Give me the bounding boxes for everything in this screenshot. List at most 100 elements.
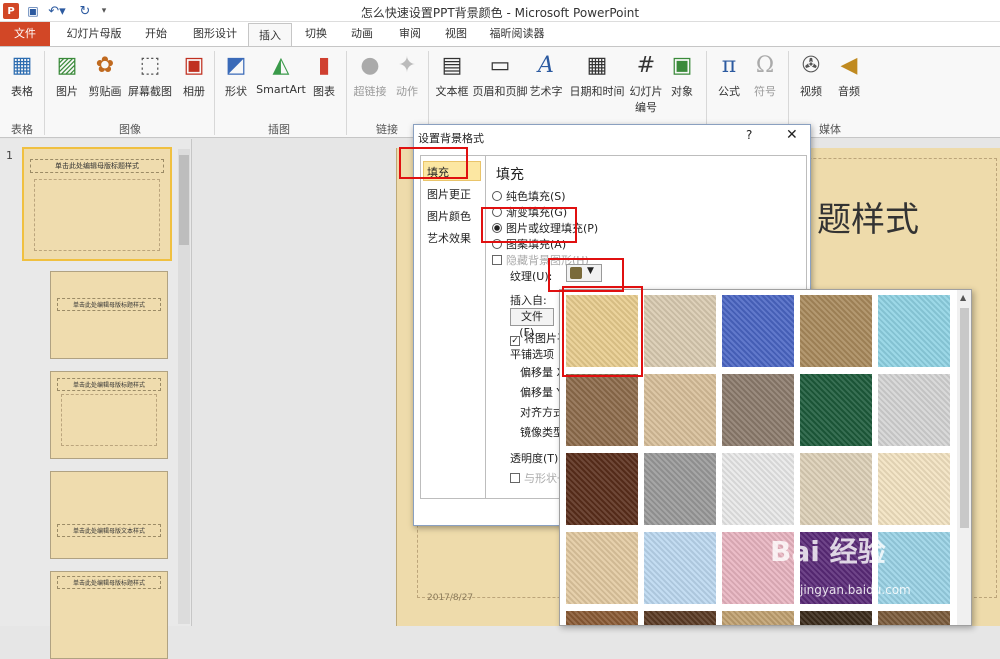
scroll-up-icon[interactable]: ▲ xyxy=(960,293,966,302)
texture-tile[interactable] xyxy=(722,374,794,446)
baidu-watermark: Bai 经验 xyxy=(770,535,886,568)
calendar-icon: ▦ xyxy=(586,53,608,78)
texture-tile[interactable] xyxy=(644,453,716,525)
wordart-button[interactable]: A 艺术字 xyxy=(528,51,564,99)
texture-tile[interactable] xyxy=(644,532,716,604)
tab-insert[interactable]: 插入 xyxy=(248,23,292,47)
tab-foxit[interactable]: 福昕阅读器 xyxy=(482,22,552,46)
texture-label: 纹理(U): xyxy=(510,270,553,283)
help-icon[interactable]: ? xyxy=(746,128,752,142)
gallery-scrollbar[interactable]: ▲ xyxy=(957,290,971,625)
texture-tile[interactable] xyxy=(722,611,794,625)
slide-thumbnail[interactable]: 单击此处编辑母版标题样式 xyxy=(50,571,168,659)
tab-review[interactable]: 审阅 xyxy=(390,22,430,46)
dialog-title: 设置背景格式 xyxy=(418,132,484,145)
texture-tile[interactable] xyxy=(566,532,638,604)
tab-slide-master[interactable]: 幻灯片母版 xyxy=(58,22,130,46)
thumbnail-body xyxy=(34,179,160,251)
title-bar: P ▣ ↶▾ ↻ ▾ 怎么快速设置PPT背景颜色 - Microsoft Pow… xyxy=(0,0,1000,22)
smartart-icon: ◭ xyxy=(272,53,290,78)
table-button[interactable]: ▦ 表格 xyxy=(4,51,40,99)
equation-button[interactable]: π 公式 xyxy=(712,51,746,99)
thumbnail-title: 单击此处编辑母版标题样式 xyxy=(57,378,161,391)
slide-thumbnail[interactable]: 单击此处编辑母版标题样式 xyxy=(50,271,168,359)
thumbnail-title: 单击此处编辑母版文本样式 xyxy=(57,524,161,537)
fill-heading: 填充 xyxy=(496,167,524,183)
texture-tile[interactable] xyxy=(878,295,950,367)
album-button[interactable]: ▣ 相册 xyxy=(178,51,210,99)
object-button[interactable]: ▣ 对象 xyxy=(666,51,698,99)
texture-tile[interactable] xyxy=(644,611,716,625)
picture-button[interactable]: ▨ 图片 xyxy=(50,51,84,99)
omega-icon: Ω xyxy=(755,53,775,78)
separator xyxy=(346,51,347,135)
textbox-button[interactable]: ▤ 文本框 xyxy=(432,51,472,99)
texture-tile[interactable] xyxy=(566,453,638,525)
symbol-button[interactable]: Ω 符号 xyxy=(748,51,782,99)
nav-item-artistic-effects[interactable]: 艺术效果 xyxy=(427,230,471,246)
separator xyxy=(706,51,707,135)
header-footer-button[interactable]: ▭ 页眉和页脚 xyxy=(472,51,528,99)
shapes-icon: ◩ xyxy=(225,53,247,78)
action-icon: ✦ xyxy=(397,53,417,78)
date-time-button[interactable]: ▦ 日期和时间 xyxy=(566,51,628,99)
texture-tile[interactable] xyxy=(644,374,716,446)
scrollbar-thumb[interactable] xyxy=(179,155,189,245)
texture-tile[interactable] xyxy=(800,295,872,367)
tab-view[interactable]: 视图 xyxy=(436,22,476,46)
audio-button[interactable]: ◀ 音频 xyxy=(832,51,866,99)
slide-title[interactable]: 题样式 xyxy=(817,192,919,241)
nav-item-picture-correction[interactable]: 图片更正 xyxy=(427,186,471,202)
picture-icon: ▨ xyxy=(56,53,78,78)
texture-tile[interactable] xyxy=(566,374,638,446)
textbox-icon: ▤ xyxy=(441,53,463,78)
texture-tile[interactable] xyxy=(644,295,716,367)
slide-number-button[interactable]: # 幻灯片 编号 xyxy=(628,51,664,115)
texture-tile[interactable] xyxy=(722,453,794,525)
clipart-button[interactable]: ✿ 剪贴画 xyxy=(86,51,124,99)
checkbox-icon xyxy=(510,473,520,483)
tab-transitions[interactable]: 切换 xyxy=(296,22,336,46)
tab-home[interactable]: 开始 xyxy=(134,22,178,46)
thumbnail-title: 单击此处编辑母版标题样式 xyxy=(57,298,161,311)
video-button[interactable]: ✇ 视频 xyxy=(794,51,828,99)
texture-tile[interactable] xyxy=(878,453,950,525)
texture-tile[interactable] xyxy=(800,374,872,446)
nav-item-picture-color[interactable]: 图片颜色 xyxy=(427,208,471,224)
tab-file[interactable]: 文件 xyxy=(0,22,50,46)
clipart-icon: ✿ xyxy=(95,53,115,78)
separator xyxy=(788,51,789,135)
pi-icon: π xyxy=(721,53,737,78)
shapes-button[interactable]: ◩ 形状 xyxy=(218,51,254,99)
separator xyxy=(428,51,429,135)
chart-button[interactable]: ▮ 图表 xyxy=(308,51,340,99)
hyperlink-button[interactable]: ● 超链接 xyxy=(350,51,390,99)
slide-number: 1 xyxy=(6,149,13,162)
texture-tile[interactable] xyxy=(800,453,872,525)
close-icon[interactable]: ✕ xyxy=(786,127,798,143)
group-label-images: 图像 xyxy=(119,123,141,136)
texture-tile[interactable] xyxy=(800,611,872,625)
texture-tile[interactable] xyxy=(878,374,950,446)
thumbnail-scrollbar[interactable] xyxy=(178,149,190,624)
thumbnail-title: 单击此处编辑母版标题样式 xyxy=(57,576,161,589)
file-button[interactable]: 文件(F)... xyxy=(510,308,554,339)
screenshot-icon: ⬚ xyxy=(139,53,161,78)
slide-number-icon: # xyxy=(636,53,656,78)
action-button[interactable]: ✦ 动作 xyxy=(390,51,424,99)
slide-thumbnail[interactable]: 单击此处编辑母版文本样式 xyxy=(50,471,168,559)
tab-design[interactable]: 图形设计 xyxy=(184,22,246,46)
texture-tile[interactable] xyxy=(878,611,950,625)
slide-thumbnail[interactable]: 单击此处编辑母版标题样式 xyxy=(22,147,172,261)
scrollbar-thumb[interactable] xyxy=(960,308,969,528)
slide-thumbnail[interactable]: 单击此处编辑母版标题样式 xyxy=(50,371,168,459)
solid-fill-option[interactable]: 纯色填充(S) xyxy=(492,188,566,204)
smartart-button[interactable]: ◭ SmartArt xyxy=(254,51,308,96)
texture-tile[interactable] xyxy=(566,611,638,625)
screenshot-button[interactable]: ⬚ 屏幕截图 xyxy=(124,51,176,99)
tab-animations[interactable]: 动画 xyxy=(342,22,382,46)
thumbnail-title: 单击此处编辑母版标题样式 xyxy=(30,159,164,173)
tiling-options-label: 平铺选项 xyxy=(510,348,554,361)
header-footer-icon: ▭ xyxy=(489,53,511,78)
texture-tile[interactable] xyxy=(722,295,794,367)
